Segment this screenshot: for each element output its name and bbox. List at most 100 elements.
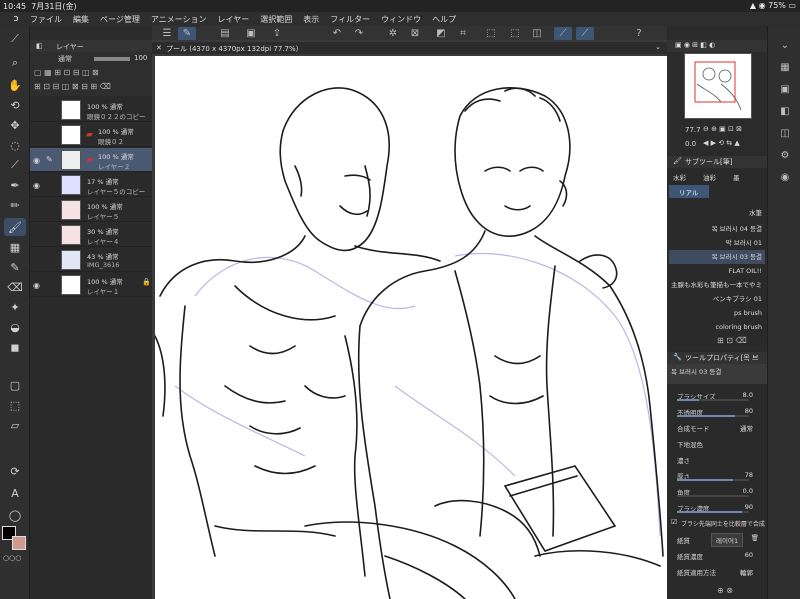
layer-row[interactable]: ◉ 100 % 通常 レイヤー１ 🔒 <box>30 273 152 297</box>
zoom-icon[interactable]: ⌕ <box>4 54 26 72</box>
balloon-icon[interactable]: ◯ <box>4 506 26 524</box>
property-slider[interactable] <box>677 415 749 417</box>
brush-item[interactable]: coloring brush <box>669 320 765 334</box>
sub-color-swatch[interactable] <box>12 536 26 550</box>
color-wheel-icon[interactable]: ◉ <box>775 172 795 190</box>
lock-icon[interactable]: 🔒 <box>142 278 151 286</box>
gradient-icon[interactable]: ◼ <box>4 338 26 356</box>
menu-filter[interactable]: フィルター <box>330 14 370 25</box>
zoom-value[interactable]: 77.7 <box>685 126 701 134</box>
paper-apply-row[interactable]: 紙質適用方法 輪郭 <box>667 564 767 578</box>
hamburger-menu-icon[interactable]: ☰ <box>158 27 176 41</box>
menu-selection[interactable]: 選択範囲 <box>260 14 292 25</box>
property-row[interactable]: ブラシ濃度 90 <box>667 500 767 514</box>
figure-icon[interactable]: ▢ <box>4 376 26 394</box>
app-logo-icon[interactable]: ↄ <box>8 14 24 24</box>
property-row[interactable]: 濃さ <box>667 452 767 466</box>
pencil-icon[interactable]: ✏ <box>4 196 26 214</box>
property-value[interactable]: 90 <box>745 503 753 511</box>
eraser-icon[interactable]: ⌫ <box>4 278 26 296</box>
brush-item[interactable]: FLAT OIL!! <box>669 264 765 278</box>
checkbox-checked-icon[interactable]: ☑ <box>671 518 677 526</box>
layer-action-icons[interactable]: ⊞ ⊡ ⊟ ◫ ⊠ ⊟ ⊞ ⌫ <box>34 82 111 91</box>
menu-edit[interactable]: 編集 <box>73 14 89 25</box>
layer-row[interactable]: 100 % 通常 眼鏡０２２のコピー <box>30 98 152 122</box>
airbrush-icon[interactable]: ▦ <box>4 238 26 256</box>
property-value[interactable]: 80 <box>745 407 753 415</box>
property-value[interactable]: 通常 <box>740 423 753 433</box>
loading-icon[interactable]: ✲ <box>384 27 402 41</box>
property-slider[interactable] <box>677 479 749 481</box>
property-slider[interactable] <box>677 399 749 401</box>
settings-icon[interactable]: ⚙ <box>775 150 795 168</box>
text-icon[interactable]: A <box>4 484 26 502</box>
navigator-preview[interactable] <box>684 53 752 119</box>
palette-icon[interactable]: ▦ <box>775 62 795 80</box>
move-icon[interactable]: ✥ <box>4 116 26 134</box>
chevron-down-icon[interactable]: ⌄ <box>775 40 795 58</box>
opacity-slider[interactable] <box>94 57 130 61</box>
chevron-down-icon[interactable]: ⌄ <box>655 43 661 51</box>
property-row[interactable]: 角度 0.0 <box>667 484 767 498</box>
tool-property-actions-icon[interactable]: ⊕ ⊗ <box>717 586 733 595</box>
brush-item[interactable]: ペンキブラシ 01 <box>669 292 765 306</box>
brush-item[interactable]: 主腺も水彩も筆描も一本でやミ <box>669 278 765 292</box>
ruler-icon[interactable]: ▱ <box>4 416 26 434</box>
open-folder-icon[interactable]: ▤ <box>216 27 234 41</box>
export-icon[interactable]: ⇪ <box>268 27 286 41</box>
document-tab[interactable]: ✕ プール (4370 x 4370px 132dpi 77.7%) ⌄ <box>152 42 667 54</box>
fill-icon[interactable]: ◩ <box>432 27 450 41</box>
paper-select[interactable]: 레이어1 <box>711 533 744 547</box>
tab-real[interactable]: リアル <box>669 185 709 198</box>
rotation-controls-icon[interactable]: ◀ ▶ ⟲ ⇆ ▲ <box>703 139 740 147</box>
undo-icon[interactable]: ↶ <box>328 27 346 41</box>
eye-icon[interactable]: ◉ <box>33 181 40 190</box>
brush-item[interactable]: 목 브러시 04 등결 <box>669 222 765 236</box>
redo-icon[interactable]: ↷ <box>350 27 368 41</box>
panel-icon[interactable]: ▣ <box>775 84 795 102</box>
operation-icon[interactable]: ⟳ <box>4 462 26 480</box>
crop-icon[interactable]: ⌗ <box>454 27 472 41</box>
brush-item[interactable]: ps brush <box>669 306 765 320</box>
tab-watercolor[interactable]: 水彩 <box>673 172 686 182</box>
help-icon[interactable]: ? <box>630 27 648 41</box>
rotation-value[interactable]: 0.0 <box>685 140 696 148</box>
lock-icon[interactable]: ▢ ▦ ⊞ ⊡ ⊟ ◫ ⊠ <box>34 68 99 77</box>
menu-page[interactable]: ページ管理 <box>100 14 140 25</box>
menu-layer[interactable]: レイヤー <box>218 14 250 25</box>
property-slider[interactable] <box>677 511 749 513</box>
menu-view[interactable]: 表示 <box>303 14 319 25</box>
clear-icon[interactable]: ⊠ <box>406 27 424 41</box>
layer-row[interactable]: 30 % 通常 レイヤー４ <box>30 223 152 247</box>
lasso-icon[interactable]: ◌ <box>4 136 26 154</box>
new-file-icon[interactable]: ✎ <box>178 27 196 41</box>
subtool-actions-icon[interactable]: ⊞ ⊡ ⌫ <box>717 336 747 345</box>
eye-icon[interactable]: ◉ <box>33 281 40 290</box>
property-slider[interactable] <box>677 495 749 497</box>
property-value[interactable]: 8.0 <box>743 391 753 399</box>
frame-icon[interactable]: ⬚ <box>4 396 26 414</box>
property-row[interactable]: 下地混色 <box>667 436 767 450</box>
layer-row[interactable]: 43 % 通常 IMG_3616 <box>30 248 152 272</box>
tab-oil[interactable]: 油彩 <box>703 172 716 182</box>
rotate-icon[interactable]: ⟲ <box>4 96 26 114</box>
ruler-snap-icon[interactable]: ⟋ <box>554 27 572 41</box>
special-ruler-icon[interactable]: ⟋ <box>576 27 594 41</box>
layer-row[interactable]: ◉ 17 % 通常 レイヤー５のコピー <box>30 173 152 197</box>
brush-item[interactable]: 막 브러시 01 <box>669 236 765 250</box>
property-value[interactable]: 78 <box>745 471 753 479</box>
menu-help[interactable]: ヘルプ <box>432 14 456 25</box>
brush-icon[interactable]: 🖌 <box>4 218 26 236</box>
paper-density-row[interactable]: 紙質濃度 60 <box>667 548 767 562</box>
color-mode-icons[interactable]: ○○○ <box>3 554 21 562</box>
menu-file[interactable]: ファイル <box>30 14 62 25</box>
eyedropper-icon[interactable]: ⟋ <box>4 156 26 174</box>
layer-row[interactable]: ▰ 100 % 通常 眼鏡０２ <box>30 123 152 147</box>
brush-item-selected[interactable]: 목 브러시 03 등결 <box>669 250 765 264</box>
navigator-icon[interactable]: ▣ ◉ ⊞ ◧ ◐ <box>675 41 715 49</box>
opacity-value[interactable]: 100 <box>134 54 147 62</box>
tab-ink[interactable]: 墨 <box>733 172 740 182</box>
zoom-controls-icon[interactable]: ⊖ ⊕ ▣ ⊡ ⊠ <box>703 125 742 133</box>
fill-bucket-icon[interactable]: ◒ <box>4 318 26 336</box>
blend-mode-select[interactable]: 通常 <box>58 54 72 64</box>
